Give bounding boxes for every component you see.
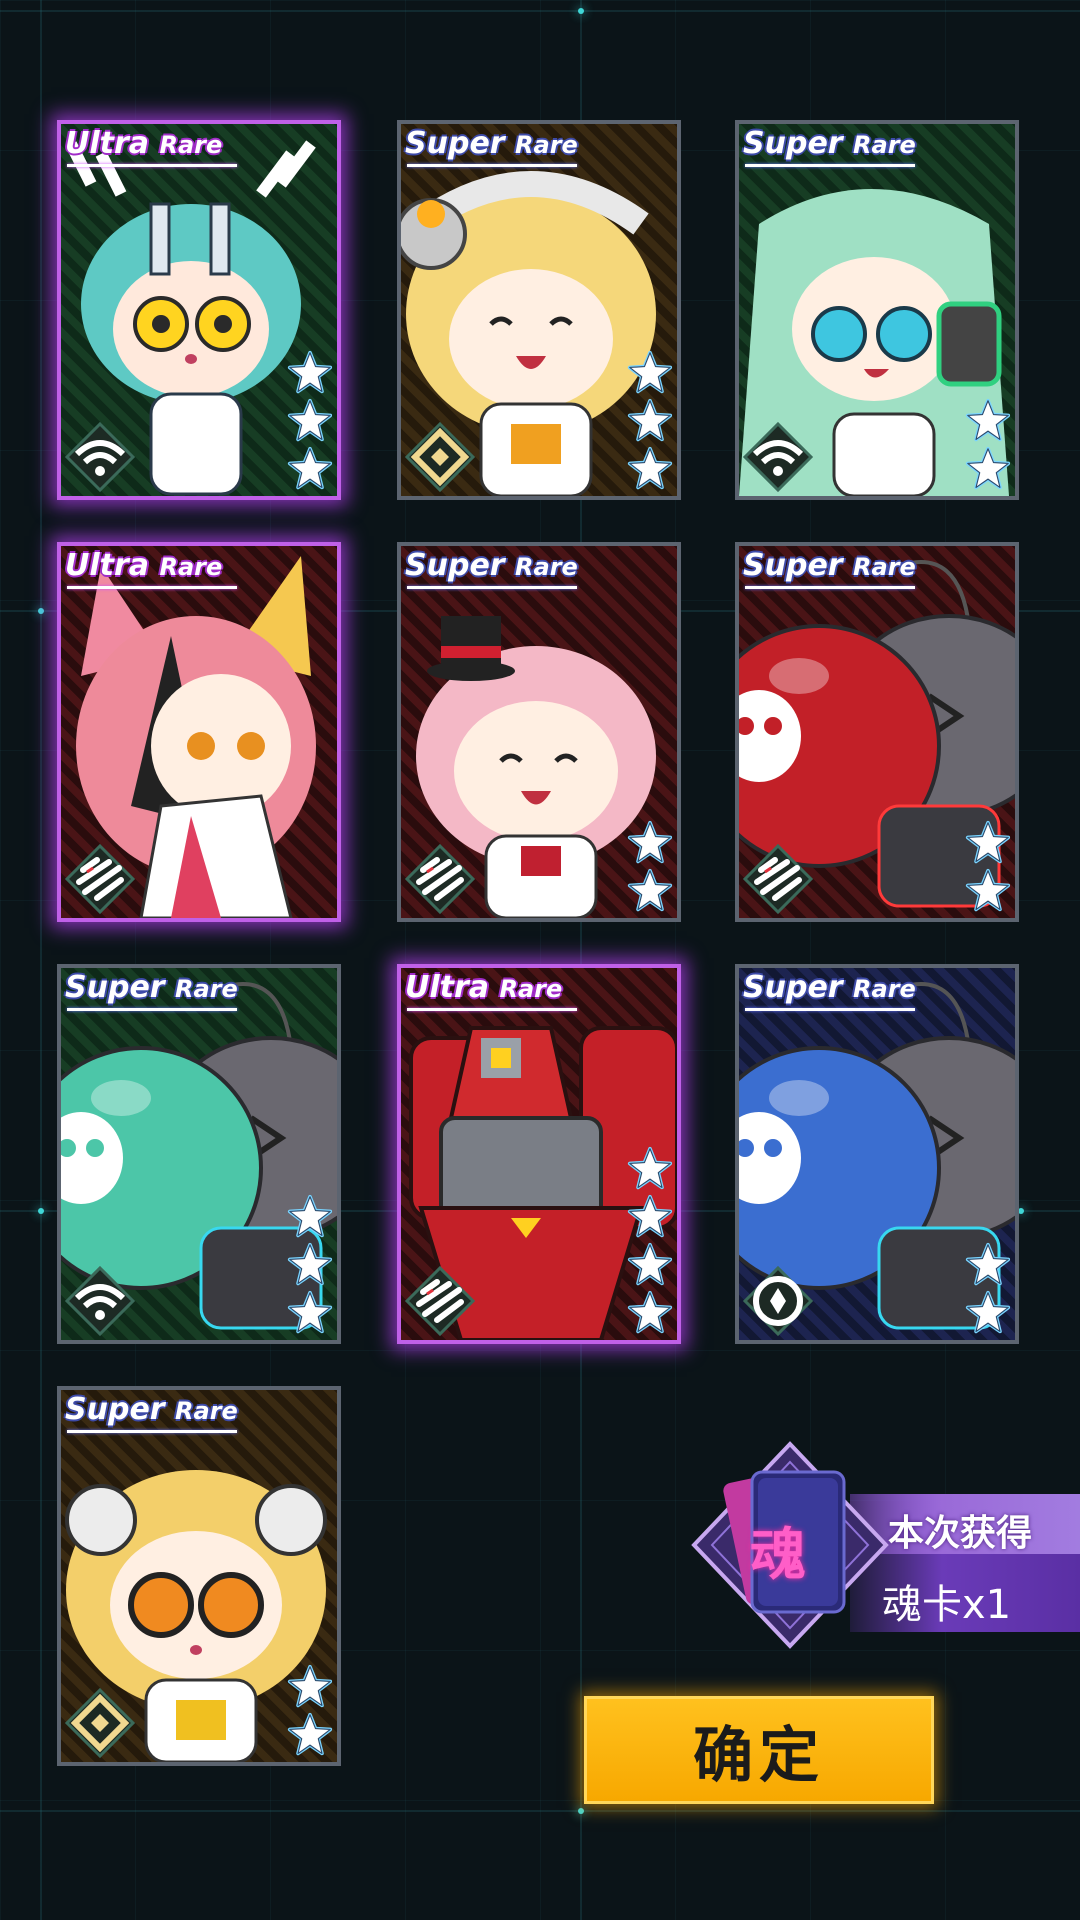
star-icon: [287, 1194, 333, 1238]
rarity-underline: [407, 164, 577, 167]
star-icon: [287, 1242, 333, 1286]
wifi-icon: [64, 421, 136, 493]
star-icon: [627, 1242, 673, 1286]
rarity-label: Super Rare: [405, 126, 578, 161]
rarity-underline: [745, 164, 915, 167]
star-icon: [627, 1194, 673, 1238]
star-rating: [627, 350, 673, 492]
rarity-underline: [67, 1430, 237, 1433]
rarity-label: Super Rare: [743, 126, 916, 161]
star-icon: [287, 1712, 333, 1756]
star-icon: [965, 868, 1011, 912]
rarity-underline: [67, 586, 237, 589]
grid-node: [38, 608, 44, 614]
rarity-label: Super Rare: [743, 970, 916, 1005]
star-icon: [965, 1242, 1011, 1286]
star-icon: [965, 398, 1011, 442]
star-rating: [287, 1664, 333, 1758]
star-icon: [627, 398, 673, 442]
star-icon: [287, 1664, 333, 1708]
rarity-label: Super Rare: [65, 1392, 238, 1427]
reward-title: 本次获得: [888, 1513, 1033, 1554]
reward-panel: 本次获得 魂卡x1 魂: [690, 1440, 1080, 1650]
star-icon: [627, 1290, 673, 1334]
wifi-icon: [742, 421, 814, 493]
star-icon: [965, 1290, 1011, 1334]
character-card[interactable]: Ultra Rare: [57, 542, 341, 922]
rarity-label: Ultra Rare: [65, 548, 223, 583]
star-icon: [627, 350, 673, 394]
rarity-label: Super Rare: [405, 548, 578, 583]
rarity-underline: [67, 1008, 237, 1011]
slash-stripes-icon: [404, 843, 476, 915]
star-icon: [287, 1290, 333, 1334]
character-card[interactable]: Super Rare: [397, 120, 681, 500]
slash-stripes-icon: [742, 843, 814, 915]
character-card[interactable]: Super Rare: [735, 964, 1019, 1344]
star-rating: [287, 350, 333, 492]
character-card[interactable]: Super Rare: [57, 1386, 341, 1766]
slash-stripes-icon: [64, 843, 136, 915]
star-icon: [627, 1146, 673, 1190]
character-card[interactable]: Super Rare: [397, 542, 681, 922]
confirm-button[interactable]: 确定: [584, 1696, 934, 1804]
star-icon: [965, 820, 1011, 864]
grid-node: [578, 8, 584, 14]
star-rating: [965, 820, 1011, 914]
grid-node: [38, 1208, 44, 1214]
rarity-label: Ultra Rare: [65, 126, 223, 161]
rarity-underline: [407, 586, 577, 589]
star-icon: [627, 446, 673, 490]
star-icon: [287, 446, 333, 490]
character-card[interactable]: Super Rare: [735, 542, 1019, 922]
star-icon: [287, 350, 333, 394]
rarity-underline: [407, 1008, 577, 1011]
star-icon: [627, 868, 673, 912]
reward-count: 魂卡x1: [882, 1582, 1012, 1628]
star-rating: [287, 1194, 333, 1336]
soul-char-label: 魂: [750, 1523, 806, 1588]
character-card[interactable]: Super Rare: [57, 964, 341, 1344]
star-rating: [965, 1242, 1011, 1336]
star-rating: [627, 1146, 673, 1336]
circle-diamond-icon: [742, 1265, 814, 1337]
character-card[interactable]: Ultra Rare: [57, 120, 341, 500]
star-icon: [287, 398, 333, 442]
star-icon: [627, 820, 673, 864]
diamond-target-icon: [404, 421, 476, 493]
wifi-icon: [64, 1265, 136, 1337]
diamond-target-icon: [64, 1687, 136, 1759]
rarity-label: Ultra Rare: [405, 970, 563, 1005]
character-card[interactable]: Super Rare: [735, 120, 1019, 500]
star-rating: [627, 820, 673, 914]
star-rating: [965, 398, 1011, 492]
slash-stripes-icon: [404, 1265, 476, 1337]
rarity-underline: [745, 1008, 915, 1011]
grid-node: [578, 1808, 584, 1814]
rarity-underline: [745, 586, 915, 589]
character-card[interactable]: Ultra Rare: [397, 964, 681, 1344]
rarity-underline: [67, 164, 237, 167]
star-icon: [965, 446, 1011, 490]
rarity-label: Super Rare: [743, 548, 916, 583]
rarity-label: Super Rare: [65, 970, 238, 1005]
